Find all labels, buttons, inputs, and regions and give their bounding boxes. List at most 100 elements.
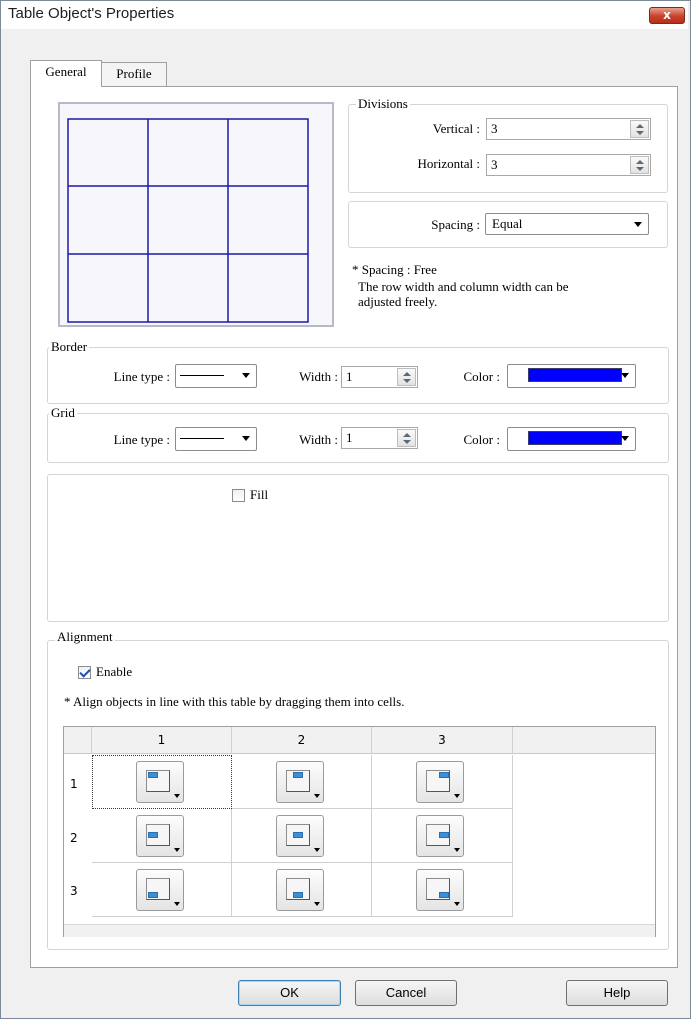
align-top-right-button[interactable]: [416, 761, 464, 803]
grid-width-label: Width :: [299, 432, 338, 447]
spacing-note-line2: adjusted freely.: [358, 294, 438, 309]
enable-checkbox[interactable]: [78, 666, 91, 679]
cancel-button-label: Cancel: [385, 985, 427, 1000]
chevron-down-icon: [634, 222, 642, 227]
border-color-label: Color :: [463, 369, 500, 384]
border-line-type-select[interactable]: [175, 364, 257, 388]
chevron-down-icon: [242, 436, 250, 441]
align-top-left-button[interactable]: [136, 761, 184, 803]
help-button[interactable]: Help: [566, 980, 668, 1006]
align-marker: [293, 892, 303, 898]
align-top-center-button[interactable]: [276, 761, 324, 803]
grid-color-select[interactable]: [507, 427, 636, 451]
grid-width-spin-button[interactable]: [397, 429, 416, 447]
border-width-stepper[interactable]: 1: [341, 366, 418, 388]
spin-down-icon: [403, 379, 411, 383]
align-marker: [148, 832, 158, 838]
ok-button-label: OK: [280, 985, 299, 1000]
spacing-select[interactable]: Equal: [485, 213, 649, 235]
table-cell: [232, 809, 372, 863]
spin-down-icon: [403, 440, 411, 444]
align-marker: [439, 892, 449, 898]
align-bottom-right-button[interactable]: [416, 869, 464, 911]
table-cell: [232, 863, 372, 917]
border-color-select[interactable]: [507, 364, 636, 388]
grid-line-type-label: Line type :: [113, 432, 170, 447]
table-scrollbar-area: [64, 924, 655, 937]
vertical-stepper[interactable]: 3: [486, 118, 651, 140]
ok-button[interactable]: OK: [238, 980, 341, 1006]
spin-down-icon: [636, 167, 644, 171]
align-icon: [146, 878, 170, 900]
tab-profile-label: Profile: [116, 66, 152, 81]
chevron-down-icon: [621, 373, 629, 378]
horizontal-label: Horizontal :: [417, 156, 480, 171]
grid-width-stepper[interactable]: 1: [341, 427, 418, 449]
align-icon: [426, 770, 450, 792]
spacing-note-title: * Spacing : Free: [352, 262, 437, 277]
grid-line-type-select[interactable]: [175, 427, 257, 451]
grid-title: Grid: [49, 405, 77, 421]
align-icon: [426, 878, 450, 900]
align-middle-right-button[interactable]: [416, 815, 464, 857]
align-marker: [148, 772, 158, 778]
align-marker: [439, 772, 449, 778]
alignment-table: 1 2 3 1 2 3: [63, 726, 656, 937]
chevron-down-icon: [314, 902, 320, 906]
spacing-note-line1: The row width and column width can be: [358, 279, 569, 294]
alignment-note: * Align objects in line with this table …: [64, 694, 405, 709]
column-header-filler: [513, 727, 655, 754]
alignment-title: Alignment: [55, 629, 115, 645]
table-preview: [58, 102, 334, 327]
align-marker: [293, 832, 303, 838]
table-cell: [232, 755, 372, 809]
table-cell: [372, 809, 513, 863]
chevron-down-icon: [454, 902, 460, 906]
chevron-down-icon: [174, 794, 180, 798]
align-middle-center-button[interactable]: [276, 815, 324, 857]
vertical-label: Vertical :: [432, 121, 480, 136]
border-width-label: Width :: [299, 369, 338, 384]
tab-general[interactable]: General: [30, 60, 102, 87]
table-cell: [92, 863, 232, 917]
fill-label: Fill: [250, 487, 269, 502]
chevron-down-icon: [454, 848, 460, 852]
row-header-1: 1: [70, 777, 78, 791]
tab-general-label: General: [45, 64, 87, 79]
grid-color-swatch: [528, 431, 622, 445]
spacing-value: Equal: [492, 216, 523, 231]
grid-line-sample: [180, 438, 224, 439]
dialog-title: Table Object's Properties: [8, 5, 175, 22]
vertical-spin-button[interactable]: [630, 120, 649, 138]
align-marker: [439, 832, 449, 838]
help-button-label: Help: [603, 985, 631, 1000]
fill-checkbox[interactable]: [232, 489, 245, 502]
table-cell: [372, 863, 513, 917]
align-bottom-center-button[interactable]: [276, 869, 324, 911]
cancel-button[interactable]: Cancel: [355, 980, 457, 1006]
column-header-2: 2: [232, 727, 372, 754]
border-width-value: 1: [346, 369, 353, 384]
horizontal-spin-button[interactable]: [630, 156, 649, 174]
tab-profile[interactable]: Profile: [101, 62, 167, 86]
align-icon: [286, 770, 310, 792]
align-marker: [293, 772, 303, 778]
divisions-title: Divisions: [356, 96, 410, 112]
align-icon: [286, 878, 310, 900]
align-icon: [146, 824, 170, 846]
close-button[interactable]: x: [649, 7, 685, 24]
title-bar: Table Object's Properties x: [1, 1, 688, 29]
align-bottom-left-button[interactable]: [136, 869, 184, 911]
spin-down-icon: [636, 131, 644, 135]
horizontal-value: 3: [491, 157, 498, 172]
chevron-down-icon: [454, 794, 460, 798]
border-width-spin-button[interactable]: [397, 368, 416, 386]
grid-width-value: 1: [346, 430, 353, 445]
spin-up-icon: [636, 124, 644, 128]
align-middle-left-button[interactable]: [136, 815, 184, 857]
chevron-down-icon: [621, 436, 629, 441]
preview-grid: [67, 118, 309, 323]
horizontal-stepper[interactable]: 3: [486, 154, 651, 176]
preview-border: [67, 118, 309, 323]
column-header-1: 1: [92, 727, 232, 754]
